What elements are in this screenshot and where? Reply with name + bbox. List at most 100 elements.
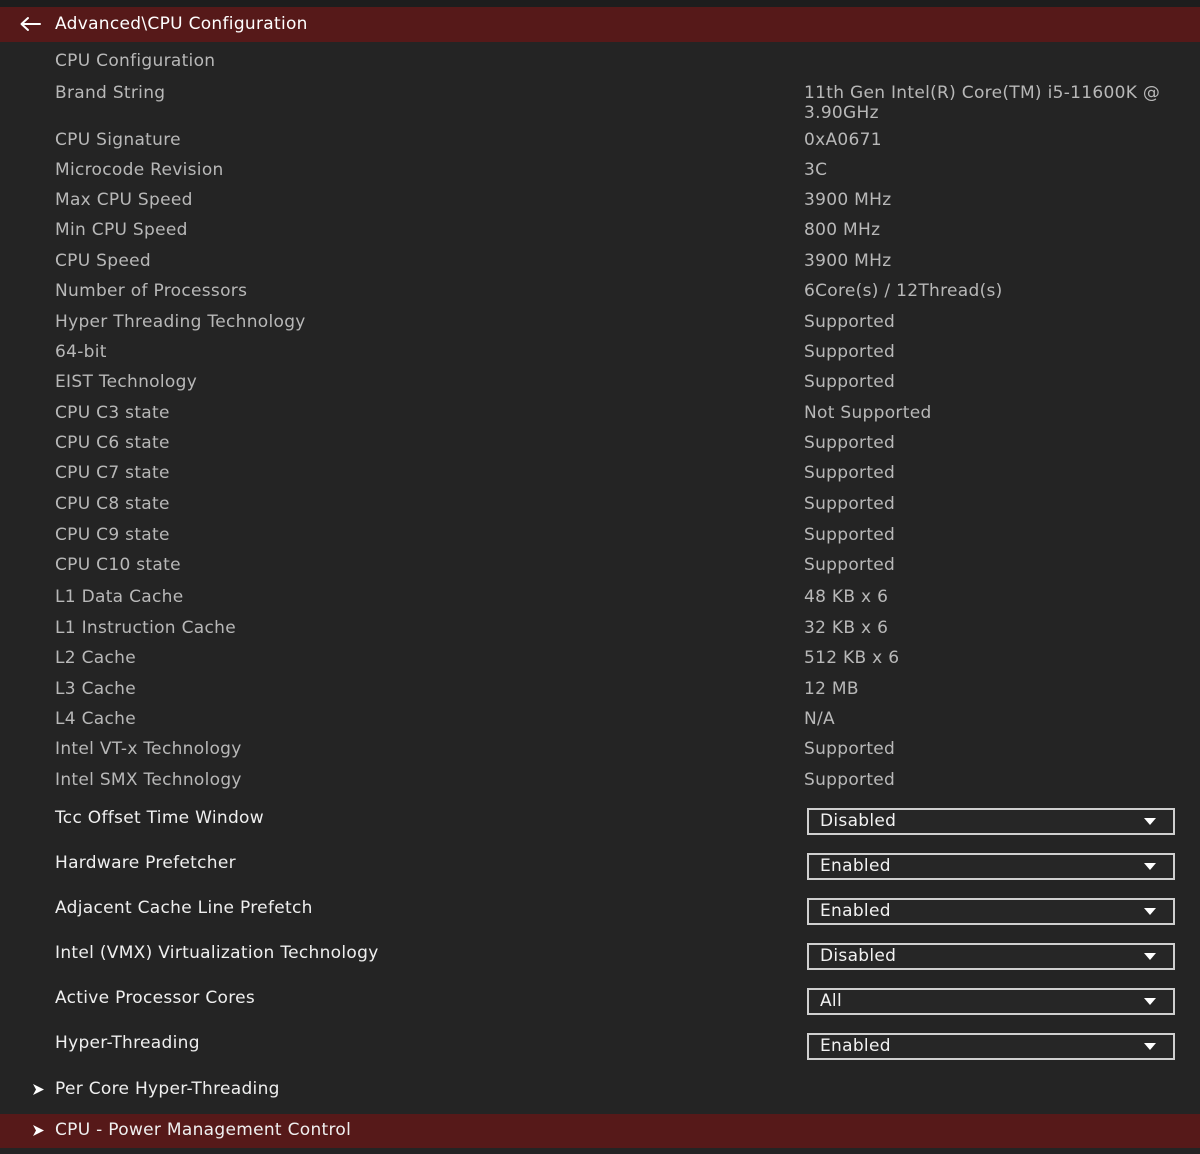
- info-row: CPU Signature 0xA0671: [0, 130, 1200, 156]
- info-label: CPU C8 state: [55, 494, 170, 514]
- top-strip: [0, 0, 1200, 7]
- info-value: Not Supported: [804, 403, 932, 423]
- info-value: 6Core(s) / 12Thread(s): [804, 281, 1003, 301]
- info-label: Min CPU Speed: [55, 220, 188, 240]
- setting-dropdown[interactable]: Disabled: [807, 808, 1175, 835]
- section-title: CPU Configuration: [55, 51, 216, 71]
- info-value: Supported: [804, 342, 896, 362]
- info-row: Brand String 11th Gen Intel(R) Core(TM) i…: [0, 83, 1200, 123]
- info-value: Supported: [804, 372, 896, 392]
- info-row: Hyper Threading Technology Supported: [0, 312, 1200, 338]
- info-row: L4 Cache N/A: [0, 709, 1200, 735]
- chevron-down-icon: [1144, 998, 1156, 1005]
- info-value: Supported: [804, 463, 896, 483]
- chevron-down-icon: [1144, 1043, 1156, 1050]
- setting-dropdown[interactable]: All: [807, 988, 1175, 1015]
- info-label: CPU Speed: [55, 251, 151, 271]
- chevron-down-icon: [1144, 818, 1156, 825]
- info-label: L1 Data Cache: [55, 587, 184, 607]
- info-label: CPU C9 state: [55, 525, 170, 545]
- dropdown-value: All: [820, 991, 842, 1011]
- info-value: 3900 MHz: [804, 251, 892, 271]
- info-row: Min CPU Speed 800 MHz: [0, 220, 1200, 246]
- dropdown-value: Enabled: [820, 901, 891, 921]
- info-value: 0xA0671: [804, 130, 882, 150]
- setting-row: Adjacent Cache Line Prefetch Enabled: [0, 898, 1200, 928]
- info-label: CPU C7 state: [55, 463, 170, 483]
- info-value: 32 KB x 6: [804, 618, 889, 638]
- info-label: CPU C6 state: [55, 433, 170, 453]
- info-row: L3 Cache 12 MB: [0, 679, 1200, 705]
- page-title: Advanced\CPU Configuration: [55, 14, 308, 34]
- info-row: L1 Data Cache 48 KB x 6: [0, 587, 1200, 613]
- info-label: EIST Technology: [55, 372, 198, 392]
- info-row: Intel VT-x Technology Supported: [0, 739, 1200, 765]
- info-row: CPU C3 state Not Supported: [0, 403, 1200, 429]
- info-value: Supported: [804, 555, 896, 575]
- setting-dropdown[interactable]: Enabled: [807, 853, 1175, 880]
- setting-row: Hyper-Threading Enabled: [0, 1033, 1200, 1063]
- info-label: CPU Signature: [55, 130, 181, 150]
- setting-label: Tcc Offset Time Window: [55, 808, 264, 828]
- info-value: 3900 MHz: [804, 190, 892, 210]
- setting-label: Hardware Prefetcher: [55, 853, 236, 873]
- dropdown-value: Enabled: [820, 856, 891, 876]
- info-value: 11th Gen Intel(R) Core(TM) i5-11600K @ 3…: [804, 83, 1161, 123]
- info-value: N/A: [804, 709, 835, 729]
- setting-row: Active Processor Cores All: [0, 988, 1200, 1018]
- info-value: Supported: [804, 770, 896, 790]
- info-label: CPU C3 state: [55, 403, 170, 423]
- info-label: L1 Instruction Cache: [55, 618, 236, 638]
- info-row: L1 Instruction Cache 32 KB x 6: [0, 618, 1200, 644]
- info-label: Intel SMX Technology: [55, 770, 242, 790]
- info-value: Supported: [804, 433, 896, 453]
- info-label: Number of Processors: [55, 281, 248, 301]
- setting-row: Tcc Offset Time Window Disabled: [0, 808, 1200, 838]
- submenu-item[interactable]: Per Core Hyper-Threading: [0, 1073, 1200, 1107]
- info-row: CPU C6 state Supported: [0, 433, 1200, 459]
- info-row: CPU C8 state Supported: [0, 494, 1200, 520]
- setting-dropdown[interactable]: Enabled: [807, 1033, 1175, 1060]
- info-value: Supported: [804, 525, 896, 545]
- info-label: 64-bit: [55, 342, 107, 362]
- info-label: L3 Cache: [55, 679, 136, 699]
- info-row: 64-bit Supported: [0, 342, 1200, 368]
- submenu-label: CPU - Power Management Control: [55, 1120, 352, 1140]
- info-label: Hyper Threading Technology: [55, 312, 306, 332]
- setting-label: Intel (VMX) Virtualization Technology: [55, 943, 379, 963]
- info-row: CPU C10 state Supported: [0, 555, 1200, 581]
- chevron-down-icon: [1144, 953, 1156, 960]
- dropdown-value: Disabled: [820, 811, 897, 831]
- info-value: Supported: [804, 494, 896, 514]
- info-label: L4 Cache: [55, 709, 136, 729]
- info-row: L2 Cache 512 KB x 6: [0, 648, 1200, 674]
- arrow-right-icon: [33, 1084, 44, 1095]
- info-label: Max CPU Speed: [55, 190, 193, 210]
- setting-row: Intel (VMX) Virtualization Technology Dis…: [0, 943, 1200, 973]
- info-label: L2 Cache: [55, 648, 136, 668]
- info-row: EIST Technology Supported: [0, 372, 1200, 398]
- setting-label: Active Processor Cores: [55, 988, 256, 1008]
- info-row: Number of Processors 6Core(s) / 12Thread(…: [0, 281, 1200, 307]
- info-value: 3C: [804, 160, 828, 180]
- info-row: CPU C7 state Supported: [0, 463, 1200, 489]
- submenu-label: Per Core Hyper-Threading: [55, 1079, 280, 1099]
- info-value: Supported: [804, 312, 896, 332]
- info-label: Microcode Revision: [55, 160, 224, 180]
- setting-label: Adjacent Cache Line Prefetch: [55, 898, 313, 918]
- arrow-left-icon[interactable]: [19, 16, 41, 32]
- setting-dropdown[interactable]: Enabled: [807, 898, 1175, 925]
- info-row: CPU C9 state Supported: [0, 525, 1200, 551]
- info-value: 800 MHz: [804, 220, 881, 240]
- dropdown-value: Enabled: [820, 1036, 891, 1056]
- info-label: CPU C10 state: [55, 555, 181, 575]
- submenu-item[interactable]: CPU - Power Management Control: [0, 1114, 1200, 1148]
- bottom-strip: [0, 1148, 1200, 1154]
- info-row: Max CPU Speed 3900 MHz: [0, 190, 1200, 216]
- info-label: Intel VT-x Technology: [55, 739, 242, 759]
- info-value: 48 KB x 6: [804, 587, 889, 607]
- setting-dropdown[interactable]: Disabled: [807, 943, 1175, 970]
- info-value: Supported: [804, 739, 896, 759]
- info-row: Intel SMX Technology Supported: [0, 770, 1200, 796]
- header-bar: Advanced\CPU Configuration: [0, 7, 1200, 42]
